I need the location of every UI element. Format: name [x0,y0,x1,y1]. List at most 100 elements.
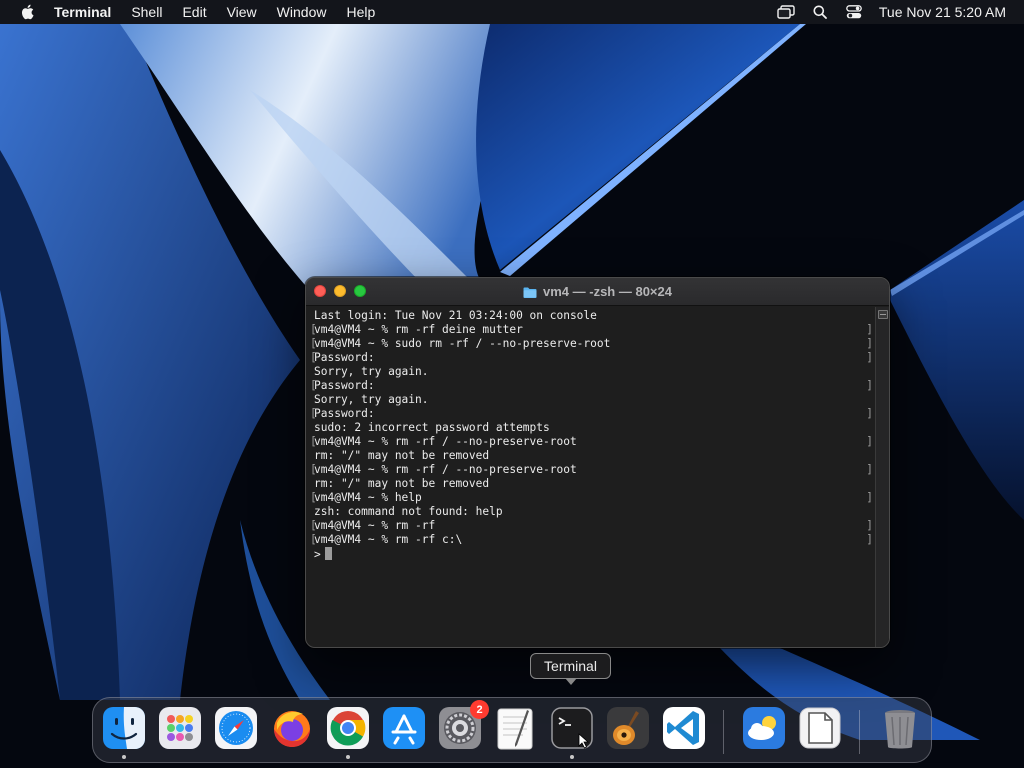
menu-view[interactable]: View [217,0,267,24]
garageband-icon [607,707,649,749]
terminal-line-text: rm: "/" may not be removed [314,449,490,462]
continuation-prompt: > [314,548,321,561]
menu-edit[interactable]: Edit [172,0,216,24]
terminal-line-text: vm4@VM4 ~ % rm -rf deine mutter [314,323,523,336]
spotlight-search-icon[interactable] [803,0,837,24]
dock-vscode[interactable] [661,705,707,751]
dock-weather[interactable] [741,705,787,751]
dock-separator [859,710,860,754]
prompt-mark-right: ] [866,337,873,350]
notification-badge: 2 [470,700,489,719]
terminal-line-text: vm4@VM4 ~ % rm -rf / --no-preserve-root [314,435,577,448]
window-titlebar[interactable]: vm4 — -zsh — 80×24 [306,278,889,306]
app-menu-terminal[interactable]: Terminal [54,0,121,24]
prompt-mark-right: ] [866,323,873,336]
terminal-line: Sorry, try again. [310,393,875,407]
prompt-mark-right: ] [866,407,873,420]
terminal-line: rm: "/" may not be removed [310,477,875,491]
prompt-mark-right: ] [866,379,873,392]
trash-icon [885,710,915,749]
running-indicator [122,755,126,759]
terminal-line: zsh: command not found: help [310,505,875,519]
prompt-mark-right: ] [866,351,873,364]
weather-icon [743,707,785,749]
dock-launchpad[interactable] [157,705,203,751]
scroll-position-button[interactable] [877,310,888,319]
dock-terminal[interactable] [549,705,595,759]
terminal-line: [vm4@VM4 ~ % rm -rf deine mutter] [310,323,875,337]
safari-icon [215,707,257,749]
running-indicator [570,755,574,759]
dock-system-settings[interactable]: 2 [437,700,489,751]
dock-chrome[interactable] [325,705,371,759]
terminal-line: [vm4@VM4 ~ % rm -rf] [310,519,875,533]
terminal-scrollbar[interactable] [875,307,889,647]
menu-bar-clock[interactable]: Tue Nov 21 5:20 AM [879,4,1006,20]
terminal-line-text: rm: "/" may not be removed [314,477,490,490]
terminal-output[interactable]: Last login: Tue Nov 21 03:24:00 on conso… [306,307,875,647]
terminal-line-text: Password: [314,379,375,392]
terminal-line-text: vm4@VM4 ~ % rm -rf / --no-preserve-root [314,463,577,476]
folder-icon [523,286,537,298]
terminal-line-text: vm4@VM4 ~ % help [314,491,422,504]
zoom-window-button[interactable] [354,285,366,297]
terminal-line: [vm4@VM4 ~ % rm -rf / --no-preserve-root… [310,463,875,477]
minimize-window-button[interactable] [334,285,346,297]
terminal-line-text: Password: [314,351,375,364]
prompt-mark-right: ] [866,463,873,476]
dock: 2 [92,697,932,763]
terminal-line: rm: "/" may not be removed [310,449,875,463]
dock-tooltip-label: Terminal [544,658,597,674]
terminal-line-text: zsh: command not found: help [314,505,503,518]
window-title: vm4 — -zsh — 80×24 [543,284,672,299]
terminal-line-text: Sorry, try again. [314,393,429,406]
active-prompt-line[interactable]: > [310,547,875,561]
screen-mirroring-icon[interactable] [769,0,803,24]
close-window-button[interactable] [314,285,326,297]
menu-shell[interactable]: Shell [121,0,172,24]
dock-app-store[interactable] [381,705,427,751]
terminal-line: [Password:] [310,407,875,421]
app-store-icon [383,707,425,749]
preview-document-icon [799,707,841,749]
dock-tooltip: Terminal [530,653,611,685]
dock-firefox[interactable] [269,705,315,751]
terminal-icon [551,707,593,749]
text-cursor [324,547,332,560]
chrome-icon [327,707,369,749]
dock-trash[interactable] [877,705,923,751]
terminal-line: [Password:] [310,379,875,393]
terminal-line: [vm4@VM4 ~ % sudo rm -rf / --no-preserve… [310,337,875,351]
apple-logo-icon[interactable] [0,4,54,20]
terminal-line: [Password:] [310,351,875,365]
terminal-line-text: vm4@VM4 ~ % rm -rf c:\ [314,533,463,546]
terminal-line: Sorry, try again. [310,365,875,379]
dock-preview[interactable] [797,705,843,751]
launchpad-icon [159,707,201,749]
firefox-icon [274,711,310,747]
prompt-mark-right: ] [866,519,873,532]
terminal-line-text: sudo: 2 incorrect password attempts [314,421,550,434]
dock-textedit[interactable] [493,705,539,751]
vscode-icon [663,707,705,749]
textedit-icon [497,708,533,750]
dock-safari[interactable] [213,705,259,751]
terminal-line-text: Sorry, try again. [314,365,429,378]
terminal-window: vm4 — -zsh — 80×24 Last login: Tue Nov 2… [305,277,890,648]
terminal-line: [vm4@VM4 ~ % help] [310,491,875,505]
control-center-icon[interactable] [837,0,871,24]
terminal-line-text: vm4@VM4 ~ % sudo rm -rf / --no-preserve-… [314,337,611,350]
menu-window[interactable]: Window [267,0,337,24]
prompt-mark-right: ] [866,533,873,546]
terminal-line-text: Password: [314,407,375,420]
terminal-line: [vm4@VM4 ~ % rm -rf / --no-preserve-root… [310,435,875,449]
menu-bar: Terminal Shell Edit View Window Help Tue… [0,0,1024,24]
menu-help[interactable]: Help [336,0,385,24]
dock-finder[interactable] [101,705,147,759]
terminal-line: [vm4@VM4 ~ % rm -rf c:\] [310,533,875,547]
finder-icon [103,707,145,749]
dock-garageband[interactable] [605,705,651,751]
dock-separator [723,710,724,754]
terminal-line: sudo: 2 incorrect password attempts [310,421,875,435]
terminal-line-text: Last login: Tue Nov 21 03:24:00 on conso… [314,309,597,322]
